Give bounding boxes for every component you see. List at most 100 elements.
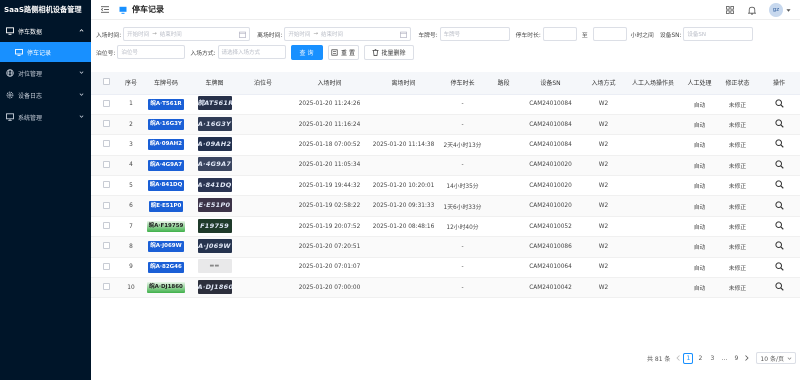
batch-delete-button[interactable]: 批量删除 xyxy=(363,44,414,60)
table-row[interactable]: 3 皖A·09AH2 A·09AH2 2025-01-18 07:00:52 2025-… xyxy=(91,134,800,156)
row-number: 8 xyxy=(129,243,133,250)
select-cell[interactable] xyxy=(91,195,121,217)
plate-image[interactable]: A·J069W xyxy=(197,238,232,253)
cell-fix: 未修正 xyxy=(717,216,758,238)
chevron-down-icon xyxy=(79,115,84,118)
page-button[interactable]: 3 xyxy=(707,353,717,364)
row-checkbox[interactable] xyxy=(102,120,110,128)
plate-image[interactable]: ▬▬ xyxy=(197,259,232,274)
cell-manual: 自动 xyxy=(682,114,717,136)
berth-label: 泊位号: xyxy=(96,50,116,57)
monitor-icon xyxy=(119,6,127,14)
row-number: 2 xyxy=(129,121,133,128)
table-row[interactable]: 1 皖A·T561R 皖AT561R 2025-01-20 11:24:26 - CAM2… xyxy=(91,94,800,115)
search-icon[interactable] xyxy=(774,282,784,291)
row-checkbox[interactable] xyxy=(102,242,110,250)
page-button[interactable]: 1 xyxy=(683,352,694,364)
plate-image[interactable]: A·4G9A7 xyxy=(197,157,232,172)
plate-image[interactable]: A·16G3Y xyxy=(197,116,232,131)
header-select-all[interactable] xyxy=(91,72,121,95)
sidebar-group-device-log[interactable]: 设备日志 xyxy=(0,84,91,106)
search-icon[interactable] xyxy=(774,119,784,128)
search-icon[interactable] xyxy=(774,221,784,230)
entry-time-value: 2025-01-19 19:44:32 xyxy=(298,182,361,189)
search-button[interactable]: 查 询 xyxy=(290,44,323,60)
select-cell[interactable] xyxy=(91,236,121,258)
row-checkbox[interactable] xyxy=(102,160,110,168)
table-row[interactable]: 4 皖A·4G9A7 A·4G9A7 2025-01-20 11:05:34 - CAM2… xyxy=(91,155,800,177)
sidebar-group-system[interactable]: 系统管理 xyxy=(0,106,91,128)
select-cell[interactable] xyxy=(91,94,121,115)
entry-time-range-picker[interactable]: 开始时间 → 结束时间 xyxy=(123,27,251,41)
search-icon[interactable] xyxy=(774,139,784,149)
search-icon[interactable] xyxy=(774,180,784,189)
manual-value: 自动 xyxy=(693,163,706,170)
search-icon[interactable] xyxy=(774,99,784,108)
page-size-value: 10 条/页 xyxy=(760,355,784,363)
select-cell[interactable] xyxy=(91,175,121,197)
column-header: 入场方式 xyxy=(583,72,624,95)
search-icon[interactable] xyxy=(774,201,784,210)
duration-min-input[interactable] xyxy=(542,27,577,41)
cell-berth xyxy=(238,114,288,136)
range-arrow: → xyxy=(152,31,157,37)
sidebar-group-parking-data[interactable]: 停车数据 xyxy=(0,20,91,42)
plate-image[interactable]: E·E51P0 xyxy=(197,198,232,213)
row-checkbox[interactable] xyxy=(102,99,110,107)
bell-icon[interactable] xyxy=(747,5,757,15)
table-row[interactable]: 5 皖A·841DQ A·841DQ 2025-01-19 19:44:32 2025-… xyxy=(91,175,800,197)
caret-down-icon[interactable] xyxy=(786,8,791,13)
select-cell[interactable] xyxy=(91,155,121,177)
table-row[interactable]: 7 皖A·F19759 F19759 2025-01-19 20:07:52 2025-… xyxy=(91,216,800,238)
duration-max-input[interactable] xyxy=(592,27,627,41)
row-checkbox[interactable] xyxy=(102,201,110,209)
top-header: 停车记录 gz xyxy=(91,0,800,20)
apps-grid-icon[interactable] xyxy=(725,5,735,15)
search-icon[interactable] xyxy=(774,262,784,271)
page-size-select[interactable]: 10 条/页 xyxy=(756,352,796,364)
avatar[interactable]: gz xyxy=(769,3,783,17)
table-row[interactable]: 2 皖A·16G3Y A·16G3Y 2025-01-20 11:16:24 - CAM2… xyxy=(91,114,800,136)
sidebar-group-alignment[interactable]: 对位管理 xyxy=(0,62,91,84)
pagination: 共 81 条 1 2 3 ... 9 10 条/页 xyxy=(647,352,796,364)
search-icon[interactable] xyxy=(774,241,784,251)
page-ellipsis[interactable]: ... xyxy=(719,353,729,364)
column-header: 人工处理 xyxy=(682,72,717,95)
table-row[interactable]: 6 皖E·E51P0 E·E51P0 2025-01-19 02:58:22 2025-… xyxy=(91,195,800,217)
row-checkbox[interactable] xyxy=(102,262,110,270)
select-cell[interactable] xyxy=(91,277,121,299)
entry-mode-select[interactable]: 请选择入场方式 xyxy=(217,45,286,59)
sn-input[interactable]: 设备SN xyxy=(683,27,754,41)
menu-fold-icon[interactable] xyxy=(101,6,109,13)
plate-image[interactable]: A·DJ1860 xyxy=(197,279,232,294)
row-checkbox[interactable] xyxy=(102,283,110,291)
row-checkbox[interactable] xyxy=(102,222,110,230)
row-checkbox[interactable] xyxy=(102,140,110,148)
page-button[interactable]: 2 xyxy=(695,353,705,364)
select-all-checkbox[interactable] xyxy=(102,78,110,86)
reset-button[interactable]: 重 置 xyxy=(327,44,359,60)
table-row[interactable]: 9 皖A·82G46 ▬▬ 2025-01-20 07:01:07 - CAM240100… xyxy=(91,257,800,279)
plate-image[interactable]: A·841DQ xyxy=(197,177,232,192)
column-header: 车牌图 xyxy=(191,72,238,95)
page-button[interactable]: 9 xyxy=(731,353,741,364)
plate-image[interactable]: A·09AH2 xyxy=(197,136,232,151)
plate-image[interactable]: 皖AT561R xyxy=(197,96,232,111)
berth-input[interactable]: 泊位号 xyxy=(117,45,186,59)
select-cell[interactable] xyxy=(91,134,121,156)
select-cell[interactable] xyxy=(91,257,121,279)
exit-time-range-picker[interactable]: 开始时间 → 结束时间 xyxy=(284,27,412,41)
plate-input[interactable]: 车牌号 xyxy=(439,27,510,41)
select-cell[interactable] xyxy=(91,216,121,238)
prev-page-icon[interactable] xyxy=(674,353,682,364)
search-icon[interactable] xyxy=(774,160,784,169)
table-row[interactable]: 8 皖A·J069W A·J069W 2025-01-20 07:20:51 - CAM2… xyxy=(91,236,800,258)
column-header: 离场时间 xyxy=(371,72,436,95)
cell-operator xyxy=(624,277,682,299)
table-row[interactable]: 10 皖A·DJ1860 A·DJ1860 2025-01-20 07:00:00 - C… xyxy=(91,277,800,299)
row-checkbox[interactable] xyxy=(102,181,110,189)
next-page-icon[interactable] xyxy=(742,353,750,364)
sidebar-item-parking-records[interactable]: 停车记录 xyxy=(0,42,91,62)
select-cell[interactable] xyxy=(91,114,121,136)
plate-image[interactable]: F19759 xyxy=(197,218,232,233)
